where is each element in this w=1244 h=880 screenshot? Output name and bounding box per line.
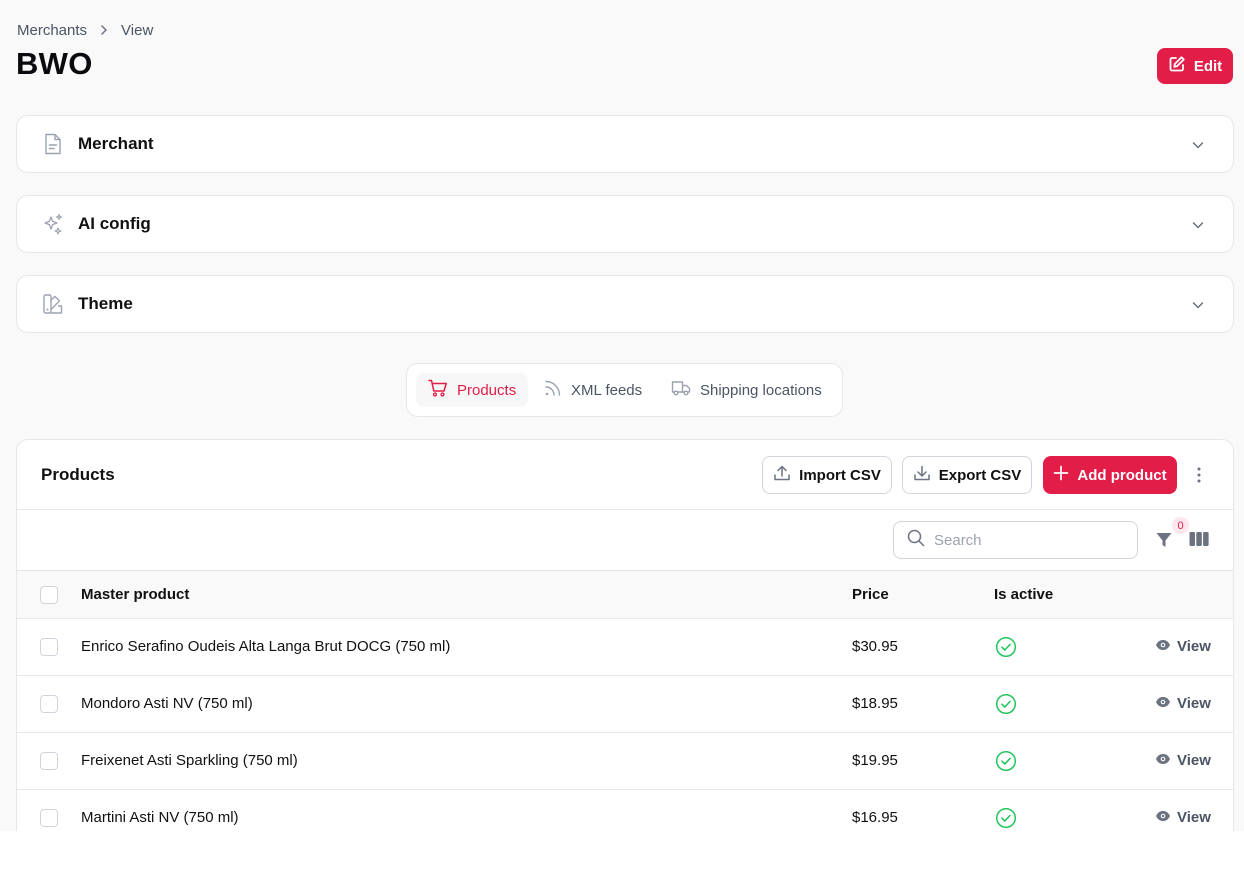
tab-xml-feeds[interactable]: XML feeds: [532, 373, 654, 407]
view-link[interactable]: View: [1155, 695, 1211, 712]
eye-icon: [1155, 809, 1171, 826]
import-csv-button[interactable]: Import CSV: [762, 456, 892, 494]
section-title: AI config: [78, 214, 151, 233]
product-price: $19.95: [852, 752, 898, 769]
download-icon: [913, 464, 931, 486]
columns-icon[interactable]: [1189, 531, 1209, 547]
add-product-button[interactable]: Add product: [1043, 456, 1177, 494]
view-link[interactable]: View: [1155, 638, 1211, 655]
section-title: Theme: [78, 294, 133, 313]
divider: [17, 509, 1233, 510]
view-label: View: [1177, 695, 1211, 712]
table-row: Freixenet Asti Sparkling (750 ml) $19.95…: [17, 733, 1233, 790]
plus-icon: [1053, 465, 1069, 485]
product-name: Enrico Serafino Oudeis Alta Langa Brut D…: [81, 638, 451, 655]
tab-label: Shipping locations: [700, 381, 822, 399]
import-csv-label: Import CSV: [799, 466, 881, 484]
product-price: $30.95: [852, 638, 898, 655]
check-circle-icon: [995, 750, 1017, 772]
row-checkbox[interactable]: [40, 809, 58, 827]
search-icon: [907, 529, 925, 551]
tab-label: Products: [457, 381, 517, 399]
section-merchant[interactable]: Merchant: [16, 115, 1234, 173]
tab-bar: Products XML feeds Shipping locations: [406, 363, 843, 417]
export-csv-label: Export CSV: [938, 466, 1022, 484]
chevron-down-icon[interactable]: [1191, 298, 1205, 312]
breadcrumb-merchants-link[interactable]: Merchants: [17, 22, 87, 39]
view-link[interactable]: View: [1155, 809, 1211, 826]
chevron-down-icon[interactable]: [1191, 138, 1205, 152]
product-name: Martini Asti NV (750 ml): [81, 809, 239, 826]
table-row: Enrico Serafino Oudeis Alta Langa Brut D…: [17, 619, 1233, 676]
eye-icon: [1155, 752, 1171, 769]
sparkles-icon: [42, 213, 64, 235]
upload-icon: [773, 464, 791, 486]
column-price[interactable]: Price: [852, 586, 889, 603]
check-circle-icon: [995, 807, 1017, 829]
tab-products[interactable]: Products: [416, 373, 529, 407]
row-checkbox[interactable]: [40, 638, 58, 656]
table-header: Master product Price Is active: [17, 570, 1233, 619]
document-icon: [42, 133, 64, 155]
table-row: Mondoro Asti NV (750 ml) $18.95 View: [17, 676, 1233, 733]
view-link[interactable]: View: [1155, 752, 1211, 769]
page-title: BWO: [16, 46, 93, 81]
edit-button[interactable]: Edit: [1157, 48, 1233, 84]
filter-icon[interactable]: [1153, 529, 1175, 551]
cart-icon: [428, 379, 448, 401]
edit-icon: [1168, 55, 1186, 77]
rss-icon: [544, 379, 562, 401]
eye-icon: [1155, 695, 1171, 712]
section-title: Merchant: [78, 134, 154, 153]
chevron-down-icon[interactable]: [1191, 218, 1205, 232]
check-circle-icon: [995, 636, 1017, 658]
page-viewport: Merchants View BWO Edit Merchant AI conf…: [0, 0, 1244, 831]
export-csv-button[interactable]: Export CSV: [902, 456, 1032, 494]
more-options-icon[interactable]: [1191, 462, 1207, 488]
row-checkbox[interactable]: [40, 752, 58, 770]
column-is-active[interactable]: Is active: [994, 586, 1053, 603]
view-label: View: [1177, 809, 1211, 826]
breadcrumb-current: View: [121, 21, 154, 39]
section-ai-config[interactable]: AI config: [16, 195, 1234, 253]
table-row: Martini Asti NV (750 ml) $16.95 View: [17, 790, 1233, 831]
view-label: View: [1177, 638, 1211, 655]
filter-count-badge: 0: [1172, 517, 1189, 534]
truck-icon: [671, 380, 691, 400]
breadcrumb: Merchants View: [17, 20, 153, 40]
add-product-label: Add product: [1077, 466, 1167, 484]
eye-icon: [1155, 638, 1171, 655]
select-all-checkbox[interactable]: [40, 586, 58, 604]
search-input[interactable]: Search: [893, 521, 1138, 559]
check-circle-icon: [995, 693, 1017, 715]
tab-label: XML feeds: [571, 381, 643, 399]
edit-button-label: Edit: [1193, 57, 1223, 75]
tab-shipping-locations[interactable]: Shipping locations: [659, 373, 834, 407]
search-placeholder: Search: [934, 531, 982, 549]
product-price: $16.95: [852, 809, 898, 826]
column-master-product[interactable]: Master product: [81, 586, 189, 603]
chevron-right-icon: [99, 25, 109, 35]
swatch-icon: [42, 293, 64, 315]
products-card: Products Import CSV Export CSV Add produ…: [16, 439, 1234, 831]
product-name: Freixenet Asti Sparkling (750 ml): [81, 752, 298, 769]
section-theme[interactable]: Theme: [16, 275, 1234, 333]
row-checkbox[interactable]: [40, 695, 58, 713]
card-title: Products: [41, 465, 115, 484]
product-price: $18.95: [852, 695, 898, 712]
view-label: View: [1177, 752, 1211, 769]
product-name: Mondoro Asti NV (750 ml): [81, 695, 253, 712]
